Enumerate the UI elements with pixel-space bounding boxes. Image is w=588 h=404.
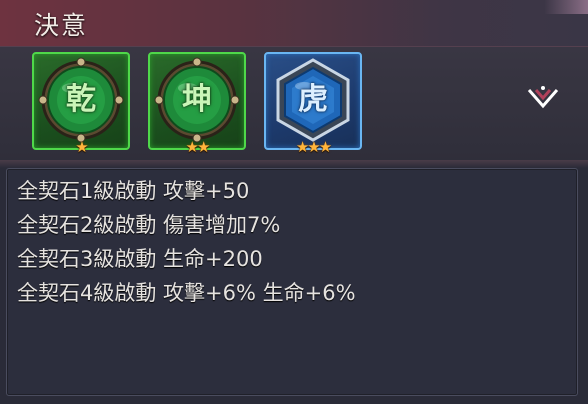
collapse-button[interactable] xyxy=(526,84,560,116)
gem-stars: ★ xyxy=(75,138,88,156)
chevron-up-icon xyxy=(527,86,559,109)
bonus-line-2: 全契石2級啟動 傷害增加7% xyxy=(17,213,281,237)
gem-slot-tiger[interactable]: 虎 ★★★ xyxy=(264,52,362,156)
panel-title: 決意 xyxy=(34,11,89,40)
section-divider xyxy=(0,160,588,168)
gem-stars: ★★★ xyxy=(295,138,332,156)
gem-stars: ★★ xyxy=(185,138,211,156)
gem-glyph: 乾 xyxy=(66,82,96,117)
gem-slot-kun[interactable]: 坤 ★★ xyxy=(148,52,246,156)
gem-slot-qian[interactable]: 乾 ★ xyxy=(32,52,130,156)
bonus-line-4: 全契石4級啟動 攻擊+6% 生命+6% xyxy=(17,281,356,305)
title-bar: 決意 xyxy=(0,0,588,47)
bonus-line-1: 全契石1級啟動 攻擊+50 xyxy=(17,179,250,203)
gem-glyph: 虎 xyxy=(298,82,328,117)
bonus-line-3: 全契石3級啟動 生命+200 xyxy=(17,247,263,271)
gem-glyph: 坤 xyxy=(182,82,212,117)
title-bar-edge-decoration xyxy=(544,0,588,14)
bonus-description-panel: 全契石1級啟動 攻擊+50 全契石2級啟動 傷害增加7% 全契石3級啟動 生命+… xyxy=(6,168,578,396)
